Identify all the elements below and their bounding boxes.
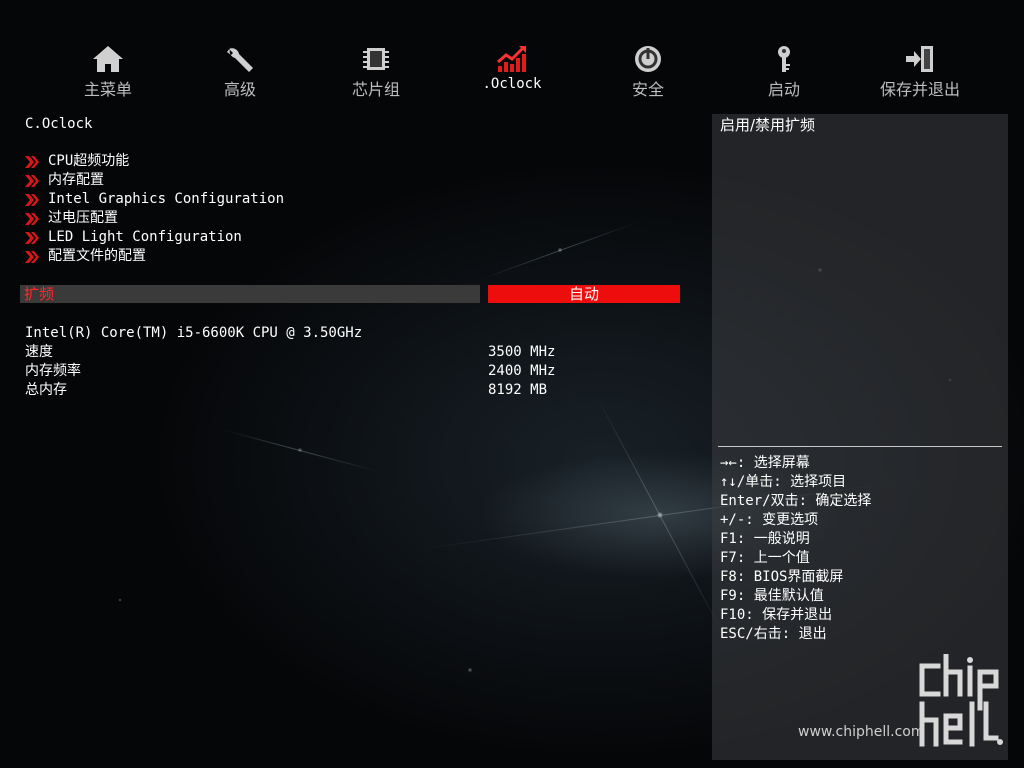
double-chevron-right-icon xyxy=(25,193,39,206)
menu-item-label: 配置文件的配置 xyxy=(48,248,146,264)
wrench-icon xyxy=(227,47,253,72)
option-highlight-bar xyxy=(20,285,480,303)
key-hint: ↑↓/单击: 选择项目 xyxy=(720,474,847,490)
tab-security[interactable]: 安全 xyxy=(588,40,708,100)
key-icon xyxy=(778,46,790,72)
info-label: 总内存 xyxy=(25,382,67,398)
system-info: Intel(R) Core(TM) i5-6600K CPU @ 3.50GHz… xyxy=(25,324,665,400)
power-shield-icon xyxy=(635,46,661,72)
double-chevron-right-icon xyxy=(25,250,39,263)
key-legend: →←: 选择屏幕 ↑↓/单击: 选择项目 Enter/双击: 确定选择 +/-:… xyxy=(720,454,871,644)
menu-item-memory-config[interactable]: 内存配置 xyxy=(24,171,284,190)
key-hint: F9: 最佳默认值 xyxy=(720,588,824,604)
tab-label: 启动 xyxy=(767,80,800,99)
help-description: 启用/禁用扩频 xyxy=(720,116,816,134)
tab-boot[interactable]: 启动 xyxy=(724,40,844,100)
tab-oclock[interactable]: .Oclock xyxy=(452,40,572,92)
chip-icon xyxy=(363,48,389,70)
info-value: 2400 MHz xyxy=(488,363,556,379)
key-hint: F8: BIOS界面截屏 xyxy=(720,569,844,585)
double-chevron-right-icon xyxy=(25,231,39,244)
info-row: 总内存 8192 MB xyxy=(25,381,665,400)
key-hint: Enter/双击: 确定选择 xyxy=(720,493,872,509)
info-label: 速度 xyxy=(25,344,53,360)
info-value: 3500 MHz xyxy=(488,344,556,360)
home-icon xyxy=(93,46,123,72)
key-hint: F7: 上一个值 xyxy=(720,550,810,566)
tab-advanced[interactable]: 高级 xyxy=(180,40,300,100)
spread-spectrum-option[interactable]: 扩频 自动 xyxy=(20,285,680,303)
double-chevron-right-icon xyxy=(25,155,39,168)
key-hint: ESC/右击: 退出 xyxy=(720,626,827,642)
info-row: 内存频率 2400 MHz xyxy=(25,362,665,381)
tab-label: 高级 xyxy=(223,80,256,99)
tab-label: 主菜单 xyxy=(83,80,132,99)
info-value: 8192 MB xyxy=(488,382,548,398)
menu-item-label: Intel Graphics Configuration xyxy=(48,191,285,207)
double-chevron-right-icon xyxy=(25,174,39,187)
key-hint: +/-: 变更选项 xyxy=(720,512,819,528)
key-hint: →←: 选择屏幕 xyxy=(720,455,810,471)
info-label: 内存频率 xyxy=(25,363,81,379)
oc-chart-icon xyxy=(497,46,526,72)
tab-save-exit[interactable]: 保存并退出 xyxy=(860,40,980,100)
double-chevron-right-icon xyxy=(25,212,39,225)
cpu-info-row: Intel(R) Core(TM) i5-6600K CPU @ 3.50GHz xyxy=(25,324,665,343)
tab-main-menu[interactable]: 主菜单 xyxy=(48,40,168,100)
menu-item-label: 内存配置 xyxy=(48,172,104,188)
tab-label: 芯片组 xyxy=(351,80,400,99)
option-value-select[interactable]: 自动 xyxy=(488,285,680,303)
menu-item-label: CPU超频功能 xyxy=(48,153,130,169)
option-label: 扩频 xyxy=(24,285,55,303)
menu-item-label: 过电压配置 xyxy=(48,210,118,226)
menu-item-led-light[interactable]: LED Light Configuration xyxy=(24,228,284,247)
main-panel: C.Oclock CPU超频功能 内存配置 Intel Graphics Con… xyxy=(20,110,690,760)
menu-item-profile-config[interactable]: 配置文件的配置 xyxy=(24,247,284,266)
submenu-list: CPU超频功能 内存配置 Intel Graphics Configuratio… xyxy=(24,152,284,266)
info-row: 速度 3500 MHz xyxy=(25,343,665,362)
menu-item-intel-graphics[interactable]: Intel Graphics Configuration xyxy=(24,190,284,209)
tab-label: 安全 xyxy=(631,80,664,99)
page-title: C.Oclock xyxy=(25,116,93,132)
menu-item-overvoltage[interactable]: 过电压配置 xyxy=(24,209,284,228)
menu-item-cpu-overclock[interactable]: CPU超频功能 xyxy=(24,152,284,171)
help-panel: 启用/禁用扩频 →←: 选择屏幕 ↑↓/单击: 选择项目 Enter/双击: 确… xyxy=(712,114,1008,760)
tab-label: 保存并退出 xyxy=(879,80,960,99)
tab-label: .Oclock xyxy=(482,76,542,92)
help-divider xyxy=(718,446,1002,447)
key-hint: F10: 保存并退出 xyxy=(720,607,833,623)
cpu-name: Intel(R) Core(TM) i5-6600K CPU @ 3.50GHz xyxy=(25,325,363,341)
exit-icon xyxy=(906,46,933,72)
key-hint: F1: 一般说明 xyxy=(720,531,810,547)
top-navigation: 主菜单 高级 芯片组 .Oclock 安全 启动 保存并退出 xyxy=(40,40,1000,100)
menu-item-label: LED Light Configuration xyxy=(48,229,242,245)
tab-chipset[interactable]: 芯片组 xyxy=(316,40,436,100)
